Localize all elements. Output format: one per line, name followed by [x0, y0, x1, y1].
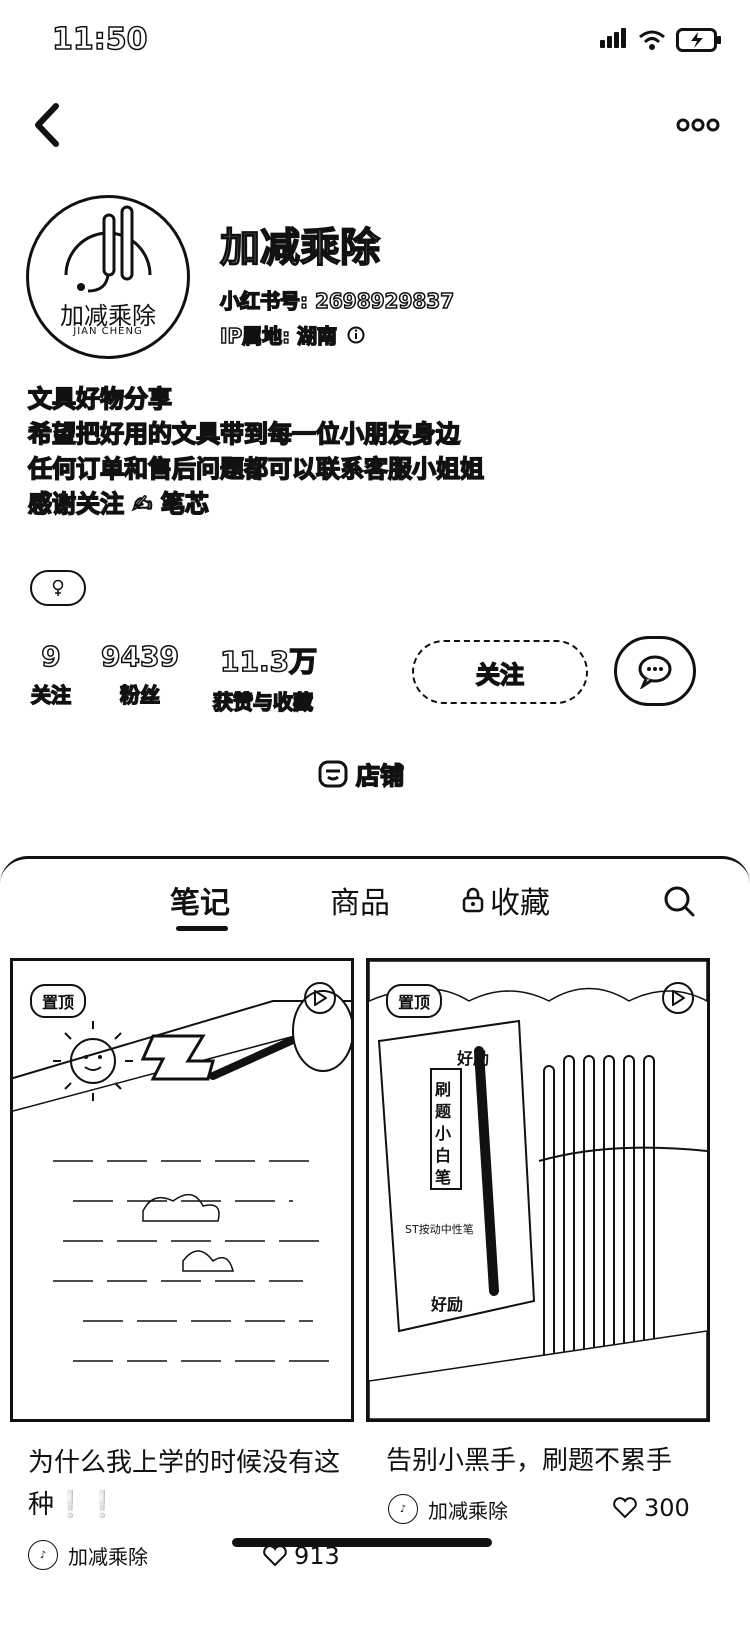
heart-icon	[263, 1545, 287, 1567]
stat-likes-value: 11.3万	[219, 644, 318, 679]
note-card-1-title[interactable]: 为什么我上学的时候没有这种❕❕	[28, 1442, 348, 1526]
info-icon[interactable]	[347, 326, 365, 344]
ip-location: IP属地: 湖南	[219, 320, 365, 349]
avatar-subtext: JIAN CHENG	[73, 326, 143, 337]
message-button[interactable]	[614, 636, 696, 706]
ip-label: IP属地: 湖南	[219, 323, 338, 349]
chat-icon	[638, 655, 672, 689]
note-card-2-image[interactable]: 好励 刷题小白笔 ST按动中性笔 好励	[366, 958, 710, 1422]
product-box-subtext: ST按动中性笔	[405, 1223, 474, 1236]
note-card-1-author[interactable]: ♪ 加减乘除	[28, 1540, 148, 1570]
tab-products[interactable]: 商品	[330, 878, 390, 922]
note-image-drawing	[369, 961, 707, 1419]
stat-followers[interactable]: 9439 粉丝	[100, 639, 180, 708]
bio-line-3: 任何订单和售后问题都可以联系客服小姐姐	[27, 454, 485, 484]
shop-link[interactable]: 店铺	[318, 756, 405, 791]
profile-name: 加减乘除	[219, 224, 381, 272]
battery-icon	[676, 28, 721, 52]
wifi-icon	[639, 30, 665, 50]
video-play-icon	[304, 982, 336, 1014]
stat-following-label: 关注	[30, 682, 72, 708]
author-name: 加减乘除	[428, 1498, 508, 1523]
note-card-1-image[interactable]	[10, 958, 354, 1422]
product-box-brand-2: 好励	[431, 1295, 464, 1314]
note-image-drawing	[13, 990, 351, 1362]
lock-icon	[462, 887, 484, 913]
more-icon[interactable]	[676, 110, 720, 140]
shop-label: 店铺	[355, 761, 405, 791]
product-box-words: 刷题小白笔	[435, 1080, 452, 1187]
note-card-2-author[interactable]: ♪ 加减乘除	[388, 1494, 508, 1524]
signal-icon	[600, 28, 628, 52]
author-name: 加减乘除	[68, 1544, 148, 1569]
avatar[interactable]: 加减乘除 JIAN CHENG	[26, 195, 190, 359]
note-card-2-title[interactable]: 告别小黑手，刷题不累手	[386, 1440, 726, 1482]
author-avatar: ♪	[28, 1540, 58, 1570]
video-play-icon	[662, 982, 694, 1014]
shop-icon	[318, 760, 348, 787]
back-icon[interactable]	[28, 100, 68, 150]
author-avatar: ♪	[388, 1494, 418, 1524]
tab-active-indicator	[176, 926, 228, 931]
stat-followers-label: 粉丝	[119, 682, 161, 708]
tab-favorites[interactable]: 收藏	[462, 878, 550, 922]
stat-following-value: 9	[41, 639, 62, 674]
status-icons	[600, 28, 722, 52]
stat-followers-value: 9439	[100, 639, 179, 674]
note-card-2-likes[interactable]: 300	[612, 1494, 690, 1522]
stat-likes[interactable]: 11.3万 获赞与收藏	[204, 640, 322, 715]
stat-likes-label: 获赞与收藏	[212, 689, 314, 715]
bio-line-4: 感谢关注 ✍ 笔芯	[27, 489, 209, 519]
follow-button[interactable]: 关注	[412, 640, 588, 704]
product-box-brand: 好励	[457, 1049, 490, 1068]
heart-icon	[613, 1497, 637, 1519]
likes-count: 300	[644, 1494, 690, 1522]
stat-following[interactable]: 9 关注	[30, 639, 72, 708]
bio-line-2: 希望把好用的文具带到每一位小朋友身边	[27, 419, 461, 449]
follow-button-label: 关注	[475, 660, 525, 690]
search-icon[interactable]	[662, 884, 696, 918]
gender-tag	[30, 570, 86, 606]
female-icon	[52, 579, 64, 596]
pinned-badge: 置顶	[30, 984, 87, 1018]
status-time: 11:50	[51, 21, 148, 58]
profile-id: 小红书号: 2698929837	[219, 288, 455, 314]
tab-notes[interactable]: 笔记	[170, 878, 230, 922]
pinned-badge: 置顶	[386, 984, 443, 1018]
bio-line-1: 文具好物分享	[27, 384, 173, 414]
tab-favorites-label: 收藏	[490, 886, 550, 921]
home-indicator[interactable]	[232, 1538, 492, 1547]
